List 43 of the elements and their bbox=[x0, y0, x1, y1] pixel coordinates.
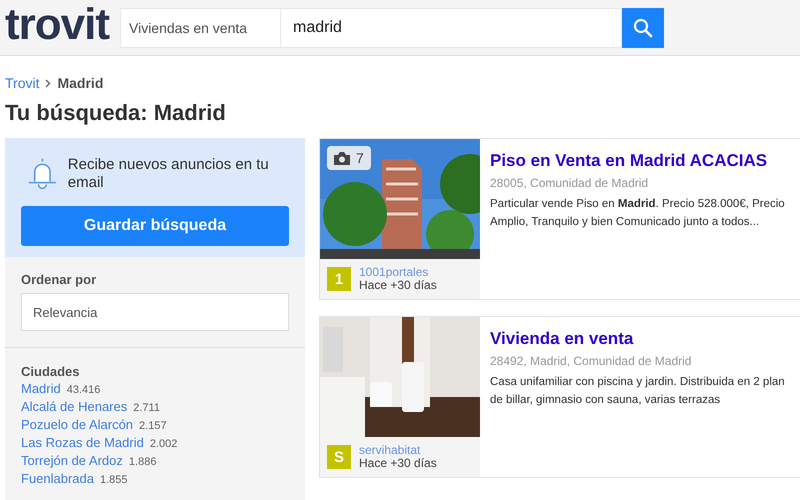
chevron-icon bbox=[45, 78, 52, 88]
listing-title[interactable]: Piso en Venta en Madrid ACACIAS bbox=[490, 151, 785, 171]
listing-location: 28005, Comunidad de Madrid bbox=[490, 176, 650, 190]
source-link[interactable]: 1001portales bbox=[359, 266, 437, 279]
sort-dropdown[interactable]: Relevancia bbox=[21, 293, 289, 331]
search-field[interactable]: madrid bbox=[281, 8, 622, 48]
listing-title[interactable]: Vivienda en venta bbox=[490, 329, 785, 349]
breadcrumb-link[interactable]: Trovit bbox=[5, 75, 40, 91]
description-line: Casa unifamiliar con piscina y jardin. Distribuida en 2 plan bbox=[490, 375, 785, 390]
listing-age: Hace +30 días bbox=[359, 279, 437, 292]
bell-icon bbox=[27, 156, 58, 190]
city-link[interactable]: Alcalá de Henares bbox=[21, 399, 128, 414]
city-link[interactable]: Fuenlabrada bbox=[21, 471, 94, 486]
search-icon bbox=[633, 18, 653, 38]
city-count: 1.855 bbox=[100, 474, 128, 486]
cities-heading: Ciudades bbox=[21, 364, 81, 379]
description-line: Particular vende Piso en Madrid. Precio 528.000€, Precio bbox=[490, 197, 785, 212]
save-search-button[interactable]: Guardar búsqueda bbox=[21, 206, 289, 246]
alert-text: Recibe nuevos anuncios en tu email bbox=[68, 156, 270, 192]
listing-location: 28492, Madrid, Comunidad de Madrid bbox=[490, 354, 692, 368]
city-count: 1.886 bbox=[128, 456, 156, 468]
description-line: Amplio, Tranquilo y bien Comunicado junto a todos... bbox=[490, 215, 760, 230]
city-link[interactable]: Pozuelo de Alarcón bbox=[21, 417, 134, 432]
photo-count-badge: 7 bbox=[327, 146, 371, 170]
city-count: 2.002 bbox=[150, 438, 178, 450]
logo[interactable]: trovit bbox=[5, 2, 120, 46]
city-link[interactable]: Las Rozas de Madrid bbox=[21, 435, 144, 450]
sort-label: Ordenar por bbox=[21, 272, 98, 287]
source-logo: 1 bbox=[327, 267, 351, 291]
category-selector[interactable]: Viviendas en venta bbox=[120, 8, 281, 48]
city-count: 2.711 bbox=[133, 402, 160, 414]
source-link[interactable]: servihabitat bbox=[359, 444, 437, 457]
page-heading: Tu búsqueda: Madrid bbox=[5, 100, 226, 126]
listing-age: Hace +30 días bbox=[359, 457, 437, 470]
camera-icon bbox=[334, 152, 350, 164]
city-link[interactable]: Madrid bbox=[21, 381, 61, 396]
search-button[interactable] bbox=[622, 8, 664, 48]
city-count: 2.157 bbox=[139, 420, 167, 432]
source-logo: S bbox=[327, 445, 351, 469]
city-link[interactable]: Torrejón de Ardoz bbox=[21, 453, 123, 468]
description-line: de billar, gimnasio con sauna, varias terrazas bbox=[490, 393, 720, 408]
city-count: 43.416 bbox=[66, 384, 100, 396]
breadcrumb-current: Madrid bbox=[57, 75, 104, 91]
